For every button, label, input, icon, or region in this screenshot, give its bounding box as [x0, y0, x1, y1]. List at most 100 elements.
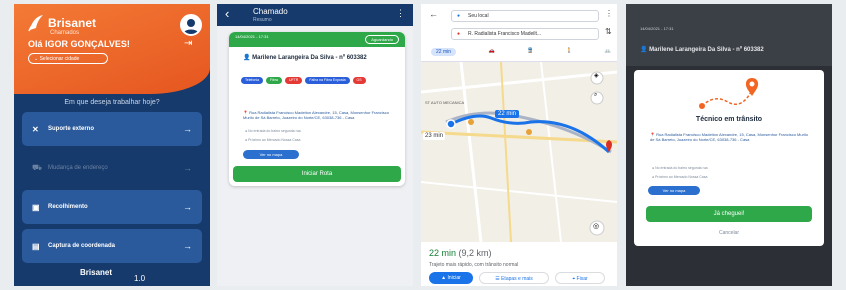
- map-canvas: [421, 62, 617, 242]
- mode-car[interactable]: 22 min: [431, 48, 457, 56]
- menu-label: Recolhimento: [48, 204, 88, 210]
- reference-1-text: No entrada do bairro segunda rua: [248, 129, 301, 133]
- modal-title: Técnico em trânsito: [695, 116, 763, 123]
- view-map-button[interactable]: Ver no mapa: [243, 150, 299, 159]
- search-icon[interactable]: ⌕: [594, 92, 597, 99]
- route-time-label: 22 min: [495, 110, 520, 118]
- person-icon: 👤: [640, 47, 650, 53]
- more-vert-icon[interactable]: ⋮: [396, 8, 405, 19]
- destination-field[interactable]: ● R. Radialista Francisco Madeilt...: [451, 28, 599, 40]
- start-navigation-button[interactable]: ▲ Iniciar: [429, 272, 473, 284]
- destination-text: R. Radialista Francisco Madeilt...: [468, 31, 542, 37]
- mode-car-2[interactable]: 🚗: [489, 48, 495, 56]
- footer-brand: Brisanet: [80, 268, 113, 277]
- origin-field[interactable]: ● Seu local: [451, 10, 599, 22]
- user-icon: [183, 19, 199, 34]
- address-text: Rua Radialista Francisco Madeiton Alexan…: [243, 110, 389, 120]
- maps-screen: ← ● Seu local ⋮ ● R. Radialista Francisc…: [421, 4, 617, 286]
- status-badge: Aguardando: [365, 35, 399, 44]
- back-arrow-icon[interactable]: ←: [429, 9, 438, 19]
- origin-dot-icon: ●: [457, 13, 461, 19]
- reference-2-text: Próximo ao Mercado Nossa Casa: [248, 138, 301, 142]
- map-place-label: ST AUTO MECANICA: [425, 100, 465, 105]
- transit-modal: Técnico em trânsito 📍 Rua Radialista Fra…: [634, 70, 824, 246]
- pin-label: Fixar: [576, 276, 588, 282]
- page-subtitle: Resumo: [253, 17, 272, 23]
- dimmed-background: 14/04/2021 - 17:31: [626, 4, 832, 66]
- app-bar: ‹ Chamado Resumo ⋮: [217, 4, 413, 26]
- address: 📍 Rua Radialista Francisco Madeiton Alex…: [243, 110, 393, 120]
- bg-header-date: 14/04/2021 - 17:31: [640, 26, 674, 31]
- start-route-button[interactable]: Iniciar Rota: [233, 166, 401, 182]
- page-title: Chamado: [253, 7, 288, 16]
- menu-label: Suporte externo: [48, 126, 95, 132]
- route-illustration-icon: [699, 78, 759, 109]
- eta-time: 22 min: [429, 248, 457, 258]
- mode-walk[interactable]: 🚶: [566, 48, 572, 56]
- address-text: Rua Radialista Francisco Madeiton Alexan…: [650, 132, 808, 142]
- back-arrow-icon[interactable]: ‹: [225, 6, 229, 21]
- reference-2: ● Próximo ao Mercado Nossa Casa: [245, 138, 301, 142]
- city-select[interactable]: ⌄ Selecionar cidade: [28, 53, 108, 64]
- person-icon: 👤: [243, 55, 253, 61]
- bg-client-name-text: Marilene Larangeira Da Silva - nº 603382: [649, 47, 764, 53]
- my-location-icon[interactable]: ◎: [593, 222, 599, 230]
- reference-2: ● Próximo ao Mercado Nossa Casa: [652, 175, 708, 179]
- layers-icon[interactable]: ◈: [594, 72, 599, 79]
- arrow-right-icon: →: [183, 241, 192, 251]
- map-pin-icon: ▤: [32, 241, 40, 251]
- question-text: Em que deseja trabalhar hoje?: [64, 99, 160, 106]
- eta-distance: (9,2 km): [458, 248, 492, 258]
- bg-client-name: 👤 Marilene Larangeira Da Silva - nº 6033…: [640, 46, 810, 53]
- steps-button[interactable]: ☰ Etapas e mais: [479, 272, 549, 284]
- view-map-button[interactable]: Ver no mapa: [648, 186, 700, 195]
- alt-route-time-label: 23 min: [423, 132, 446, 140]
- ticket-card: 14/04/2021 - 17:31 Aguardando 👤 Marilene…: [229, 32, 405, 186]
- reference-1: ● No entrada do bairro segunda rua: [245, 129, 301, 133]
- client-name-text: Marilene Larangeira Da Silva - nº 603382: [252, 55, 367, 61]
- origin-text: Seu local: [468, 13, 489, 19]
- steps-label: Etapas e mais: [501, 276, 533, 282]
- menu-recolhimento[interactable]: ▣ Recolhimento →: [22, 190, 202, 224]
- swap-icon[interactable]: ⇅: [605, 27, 612, 36]
- mode-transit[interactable]: 🚆: [527, 48, 533, 56]
- truck-icon: ⛟: [32, 163, 43, 172]
- menu-captura-coordenada[interactable]: ▤ Captura de coordenada →: [22, 229, 202, 263]
- brand-subtitle: Chamados: [50, 30, 80, 36]
- arrived-button[interactable]: Já cheguei!: [646, 206, 812, 222]
- destination-pin-icon: ●: [457, 31, 461, 37]
- tag-falha-fibra: Falha na Fibra Exposta: [305, 77, 350, 84]
- tag-telefonia: Telefonia: [241, 77, 264, 84]
- mode-bike[interactable]: 🚲: [605, 48, 611, 56]
- menu-label: Captura de coordenada: [48, 243, 116, 249]
- tag-fibra: Fibra: [266, 77, 282, 84]
- reference-2-text: Próximo ao Mercado Nossa Casa: [655, 175, 708, 179]
- tag-os: OS: [352, 77, 366, 84]
- client-name: 👤 Marilene Larangeira Da Silva - nº 6033…: [243, 54, 393, 61]
- reference-1: ● No entrada do bairro segunda rua: [652, 166, 708, 170]
- greeting: Olá IGOR GONÇALVES!: [28, 39, 130, 49]
- arrow-right-icon: →: [183, 124, 192, 134]
- menu-mudanca-endereco: ⛟ Mudança de endereço →: [22, 151, 202, 185]
- brand-name: Brisanet: [48, 16, 97, 30]
- tag-list: Telefonia Fibra UFTR Falha na Fibra Expo…: [241, 77, 391, 84]
- card-header: 14/04/2021 - 17:31 Aguardando: [229, 32, 405, 47]
- route-panel: ← ● Seu local ⋮ ● R. Radialista Francisc…: [421, 4, 617, 62]
- arrow-right-icon: →: [183, 163, 192, 173]
- city-select-label: Selecionar cidade: [39, 56, 80, 62]
- home-screen: Brisanet Chamados Olá IGOR GONÇALVES! ⇥ …: [14, 4, 210, 286]
- route-summary: 22 min (9,2 km) Trajeto mais rápido, com…: [421, 242, 617, 286]
- brisanet-logo-icon: [28, 15, 43, 32]
- reference-1-text: No entrada do bairro segunda rua: [655, 166, 708, 170]
- avatar[interactable]: [180, 14, 202, 36]
- travel-modes: 22 min 🚗 🚆 🚶 🚲: [431, 48, 611, 56]
- map-view[interactable]: 22 min 23 min ST AUTO MECANICA ◈ ⌕ ◎: [421, 62, 617, 242]
- logout-icon[interactable]: ⇥: [184, 38, 192, 49]
- in-transit-screen: 14/04/2021 - 17:31 👤 Marilene Larangeira…: [626, 4, 832, 286]
- pin-button[interactable]: ⌖ Fixar: [555, 272, 605, 284]
- route-note: Trajeto mais rápido, com trânsito normal: [429, 262, 519, 268]
- menu-suporte-externo[interactable]: ✕ Suporte externo →: [22, 112, 202, 146]
- more-vert-icon[interactable]: ⋮: [605, 9, 613, 18]
- cancel-link[interactable]: Cancelar: [634, 230, 824, 236]
- arrow-right-icon: →: [183, 202, 192, 212]
